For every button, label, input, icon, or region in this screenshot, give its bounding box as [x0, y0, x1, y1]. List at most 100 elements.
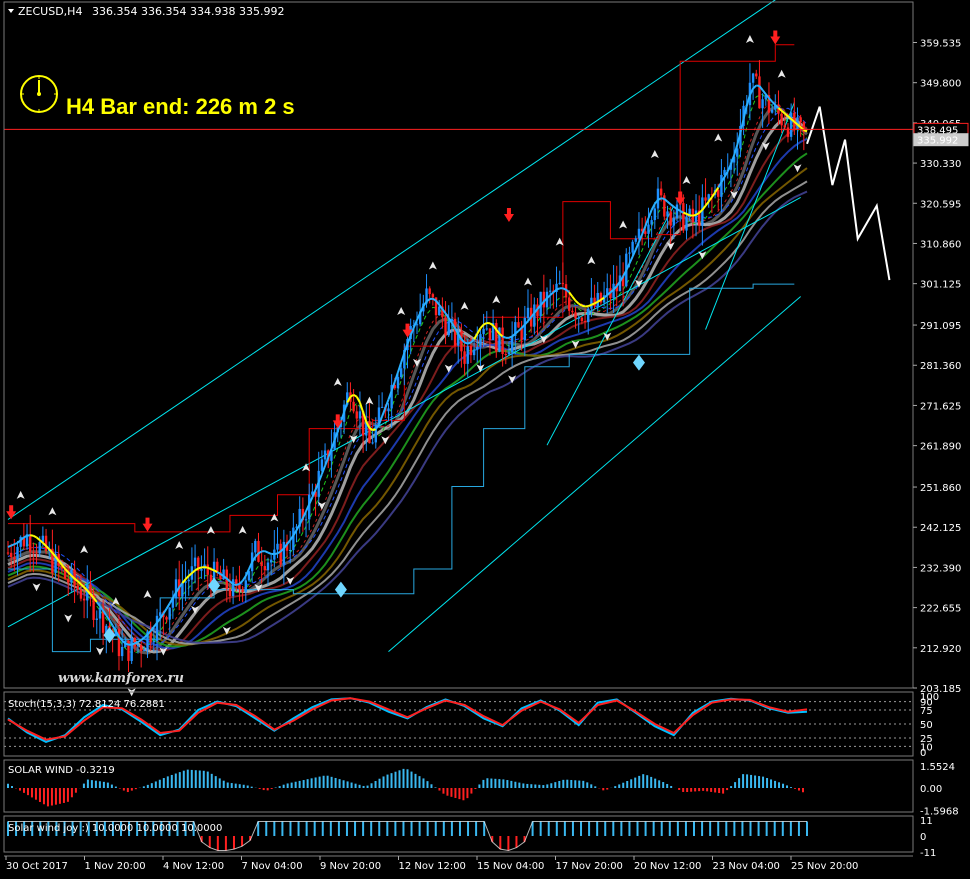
stoch-tick-label: 50 — [920, 720, 933, 731]
candle-body — [32, 551, 35, 553]
candle-body — [770, 109, 774, 113]
smooth-line-segment — [26, 534, 31, 537]
candle-body — [596, 292, 599, 307]
candle-body — [548, 290, 552, 292]
smooth-line-segment — [30, 534, 34, 537]
candle-body — [292, 527, 295, 550]
smooth-line-segment — [587, 303, 592, 308]
smooth-line-segment — [682, 211, 687, 215]
candle-body — [282, 541, 286, 565]
candle-body — [38, 542, 41, 554]
candle-body — [517, 322, 520, 328]
candle-body — [577, 317, 580, 319]
candle-body — [266, 562, 270, 571]
candle-body — [28, 534, 32, 552]
smooth-line-segment — [467, 341, 472, 345]
candle-body — [501, 327, 504, 354]
candle-body — [276, 543, 279, 550]
candle-body — [263, 566, 267, 571]
x-tick-label: 20 Nov 12:00 — [634, 861, 701, 872]
candle-body — [241, 589, 244, 593]
candle-body — [120, 646, 124, 657]
smooth-line-segment — [562, 287, 567, 291]
candle-body — [187, 579, 190, 582]
candle-body — [152, 641, 156, 643]
y-tick-label: 349.800 — [920, 79, 961, 90]
candle-body — [526, 307, 530, 318]
candle-body — [476, 346, 479, 350]
joy-tick-label: -11 — [920, 848, 936, 859]
candle-body — [682, 203, 685, 231]
candle-body — [254, 540, 257, 553]
x-tick-label: 23 Nov 04:00 — [713, 861, 780, 872]
candle-body — [786, 127, 790, 137]
smooth-line-segment — [13, 541, 18, 546]
candle-body — [523, 317, 527, 341]
candle-body — [789, 112, 793, 137]
smooth-line-segment — [502, 335, 507, 339]
x-tick-label: 9 Nov 20:00 — [320, 861, 381, 872]
smooth-line-segment — [232, 583, 237, 586]
x-tick-label: 12 Nov 12:00 — [399, 861, 466, 872]
smooth-line-segment — [464, 341, 469, 345]
stoch-tick-label: 75 — [920, 706, 933, 717]
candle-body — [631, 241, 634, 253]
candle-body — [583, 321, 587, 323]
candle-body — [399, 368, 403, 378]
candle-body — [647, 224, 650, 234]
candle-body — [79, 589, 83, 599]
candle-body — [590, 297, 593, 309]
smooth-line-segment — [235, 582, 240, 586]
x-tick-label: 1 Nov 20:00 — [85, 861, 146, 872]
candle-body — [304, 519, 308, 521]
candle-body — [269, 559, 273, 563]
candle-body — [755, 73, 758, 77]
candle-body — [231, 579, 235, 597]
x-tick-label: 17 Nov 20:00 — [556, 861, 623, 872]
candle-body — [720, 174, 723, 197]
smooth-line-segment — [508, 335, 513, 339]
candle-body — [355, 411, 358, 419]
candle-body — [694, 210, 698, 222]
candle-body — [396, 377, 400, 389]
candle-body — [453, 318, 457, 346]
candle-body — [358, 411, 362, 419]
candle-body — [758, 76, 761, 109]
smooth-line-segment — [267, 551, 272, 555]
y-tick-label: 291.095 — [920, 321, 961, 332]
smooth-line-segment — [581, 304, 586, 308]
candle-body — [95, 618, 98, 620]
y-tick-label: 232.390 — [920, 563, 961, 574]
smooth-line-segment — [556, 287, 561, 291]
candle-body — [479, 334, 482, 347]
candle-body — [685, 217, 688, 231]
candle-body — [799, 117, 802, 123]
ohlc-readout: 336.354 336.354 334.938 335.992 — [92, 5, 284, 18]
smooth-line-segment — [692, 213, 697, 217]
smooth-line-segment — [590, 302, 595, 306]
candle-body — [568, 297, 571, 311]
candle-body — [257, 540, 260, 562]
candle-body — [628, 252, 631, 254]
candle-body — [155, 615, 159, 642]
smooth-line-segment — [686, 213, 691, 217]
candle-body — [428, 288, 431, 295]
candle-body — [659, 188, 663, 196]
candle-body — [669, 211, 672, 226]
solar-wind-joy-title: Solar wind joy :) 10.0000 10.0000 10.000… — [8, 823, 222, 834]
candle-body — [717, 189, 720, 197]
smooth-line-segment — [134, 641, 139, 645]
candle-body — [228, 588, 232, 597]
smooth-line-segment — [7, 544, 12, 548]
candle-body — [139, 645, 143, 652]
smooth-line-segment — [204, 566, 208, 569]
smooth-line-segment — [10, 543, 15, 547]
x-tick-label: 15 Nov 04:00 — [477, 861, 544, 872]
candle-body — [510, 335, 514, 353]
candle-body — [260, 561, 263, 567]
candle-body — [634, 238, 637, 242]
candle-body — [704, 197, 707, 201]
candle-body — [463, 351, 466, 364]
solar-wind-tick-label: 1.5524 — [920, 762, 955, 773]
candle-body — [235, 579, 238, 585]
